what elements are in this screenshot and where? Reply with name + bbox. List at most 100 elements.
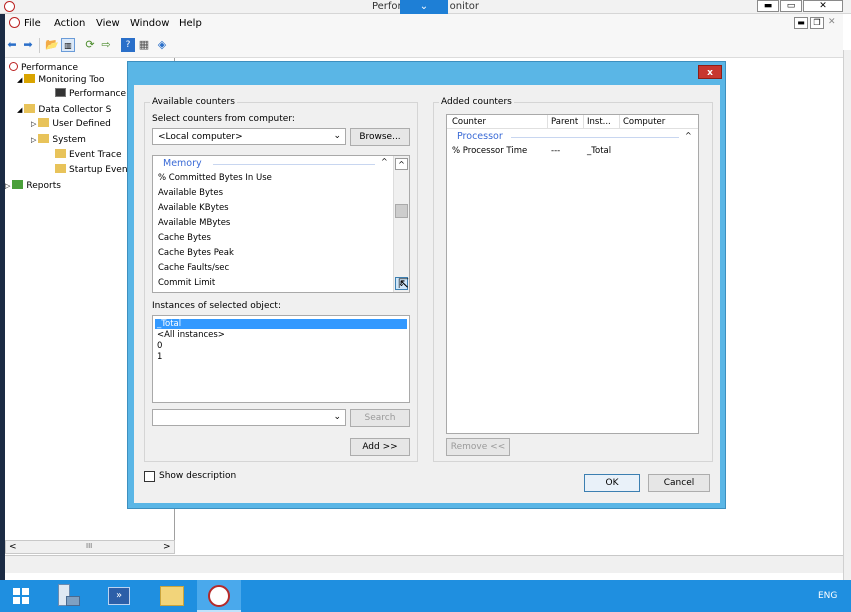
counter-item[interactable]: Commit Limit	[158, 278, 215, 288]
folder-icon	[24, 104, 36, 113]
cell-instance: _Total	[587, 146, 612, 156]
tree-horizontal-scrollbar[interactable]: < III >	[5, 540, 175, 554]
tree-item-startup-event-trace[interactable]: Startup Even	[55, 164, 128, 176]
new-window-icon[interactable]: ◈	[155, 38, 169, 52]
performance-monitor-taskbar-button[interactable]	[197, 580, 241, 612]
expand-triangle-icon[interactable]: ▷	[31, 120, 36, 128]
counter-group-memory[interactable]: Memory	[163, 158, 202, 169]
chevron-down-icon[interactable]: ⌄	[333, 131, 341, 141]
remove-button[interactable]: Remove <<	[446, 438, 510, 456]
counter-item[interactable]: Available MBytes	[158, 218, 230, 228]
available-counters-label: Available counters	[150, 97, 237, 107]
tree-item-reports[interactable]: ▷ Reports	[5, 180, 61, 192]
collapse-caret-icon[interactable]: ^	[685, 131, 692, 140]
counter-item[interactable]: % Committed Bytes In Use	[158, 173, 272, 183]
tree-item-system[interactable]: ▷ System	[31, 134, 86, 146]
show-hide-tree-icon[interactable]: ▥	[61, 38, 75, 52]
mdi-restore-button[interactable]: ❐	[810, 17, 824, 29]
computer-combobox[interactable]: <Local computer> ⌄	[152, 128, 346, 145]
counter-item[interactable]: Cache Bytes	[158, 233, 211, 243]
instances-selection-highlight	[155, 319, 407, 329]
refresh-icon[interactable]: ⟳	[83, 38, 97, 52]
add-button[interactable]: Add >>	[350, 438, 410, 456]
column-divider	[547, 115, 548, 129]
help-icon[interactable]: ?	[121, 38, 135, 52]
language-indicator[interactable]: ENG	[818, 591, 837, 601]
added-group-processor[interactable]: Processor	[457, 131, 503, 142]
expand-triangle-icon[interactable]: ▷	[5, 182, 10, 190]
tree-item-user-defined[interactable]: ▷ User Defined	[31, 118, 111, 130]
minimize-button[interactable]: ▬	[757, 0, 779, 12]
tree-item-monitoring-tools[interactable]: ◢ Monitoring Too	[17, 74, 104, 86]
group-divider	[511, 137, 679, 138]
scroll-left-button[interactable]: <	[9, 542, 17, 552]
counter-item[interactable]: Cache Bytes Peak	[158, 248, 234, 258]
tree-item-data-collector-sets[interactable]: ◢ Data Collector S	[17, 104, 111, 116]
scroll-right-button[interactable]: >	[163, 542, 171, 552]
browse-button[interactable]: Browse...	[350, 128, 410, 146]
select-from-computer-label: Select counters from computer:	[152, 114, 295, 124]
folder-icon	[38, 118, 50, 127]
scroll-up-icon[interactable]: ^	[395, 158, 408, 170]
powershell-icon: »	[108, 587, 130, 605]
scroll-thumb[interactable]: III	[86, 542, 92, 550]
close-button[interactable]: ✕	[803, 0, 843, 12]
start-button[interactable]	[0, 580, 44, 612]
menu-action[interactable]: Action	[54, 18, 85, 29]
column-header-parent[interactable]: Parent	[551, 117, 578, 127]
export-list-icon[interactable]: ⇨	[99, 38, 113, 52]
column-header-counter[interactable]: Counter	[452, 117, 486, 127]
collapse-triangle-icon[interactable]: ◢	[17, 76, 22, 84]
table-header: Counter Parent Inst... Computer	[447, 115, 698, 129]
counter-item[interactable]: Available KBytes	[158, 203, 229, 213]
right-scrollbar[interactable]	[843, 50, 851, 580]
mdi-minimize-button[interactable]: ▬	[794, 17, 808, 29]
folder-icon	[160, 586, 184, 606]
forward-icon[interactable]: ➡	[21, 38, 35, 52]
add-counters-dialog: x Available counters Select counters fro…	[127, 61, 726, 509]
tree-item-event-trace-sessions[interactable]: Event Trace	[55, 149, 122, 161]
instance-item[interactable]: 0	[157, 341, 162, 351]
menu-file[interactable]: File	[24, 18, 41, 29]
instance-search-combobox[interactable]: ⌄	[152, 409, 346, 426]
column-header-instance[interactable]: Inst...	[587, 117, 611, 127]
file-explorer-taskbar-button[interactable]	[150, 580, 194, 612]
column-header-computer[interactable]: Computer	[623, 117, 665, 127]
mmc-system-menu-icon[interactable]	[9, 17, 20, 28]
server-manager-taskbar-button[interactable]	[48, 580, 92, 612]
mdi-close-button[interactable]: ✕	[828, 17, 836, 27]
windows-logo-pane	[13, 597, 20, 604]
search-button[interactable]: Search	[350, 409, 410, 427]
counters-vertical-scrollbar[interactable]: ^ ⌄	[393, 156, 409, 292]
instance-item[interactable]: <All instances>	[157, 330, 225, 340]
counters-list[interactable]: Memory ^ % Committed Bytes In Use Availa…	[152, 155, 410, 293]
back-icon[interactable]: ⬅	[5, 38, 19, 52]
dialog-close-button[interactable]: x	[698, 65, 722, 79]
instance-item-selected[interactable]: _Total	[157, 319, 181, 329]
tree-item-performance-monitor[interactable]: Performance	[55, 88, 126, 100]
perfmon-icon	[208, 585, 230, 607]
instances-list[interactable]: _Total <All instances> 0 1	[152, 315, 410, 403]
table-row[interactable]: % Processor Time --- _Total	[447, 146, 698, 157]
properties-icon[interactable]: ▦	[137, 38, 151, 52]
scroll-thumb[interactable]	[395, 204, 408, 218]
added-counters-table[interactable]: Counter Parent Inst... Computer Processo…	[446, 114, 699, 434]
collapse-triangle-icon[interactable]: ◢	[17, 106, 22, 114]
counter-item[interactable]: Cache Faults/sec	[158, 263, 229, 273]
powershell-taskbar-button[interactable]: »	[98, 580, 142, 612]
menu-window[interactable]: Window	[130, 18, 169, 29]
ok-button[interactable]: OK	[584, 474, 640, 492]
instance-item[interactable]: 1	[157, 352, 162, 362]
tree-item-performance[interactable]: Performance	[9, 62, 78, 74]
collapse-caret-icon[interactable]: ^	[381, 157, 388, 166]
counter-item[interactable]: Available Bytes	[158, 188, 223, 198]
maximize-button[interactable]: ▭	[780, 0, 802, 12]
menu-help[interactable]: Help	[179, 18, 202, 29]
chevron-down-icon[interactable]: ⌄	[333, 412, 341, 422]
cancel-button[interactable]: Cancel	[648, 474, 710, 492]
monitor-chart-icon	[55, 88, 66, 97]
menu-view[interactable]: View	[96, 18, 120, 29]
show-description-checkbox[interactable]	[144, 471, 155, 482]
expand-triangle-icon[interactable]: ▷	[31, 136, 36, 144]
up-folder-icon[interactable]: 📂	[45, 38, 59, 52]
